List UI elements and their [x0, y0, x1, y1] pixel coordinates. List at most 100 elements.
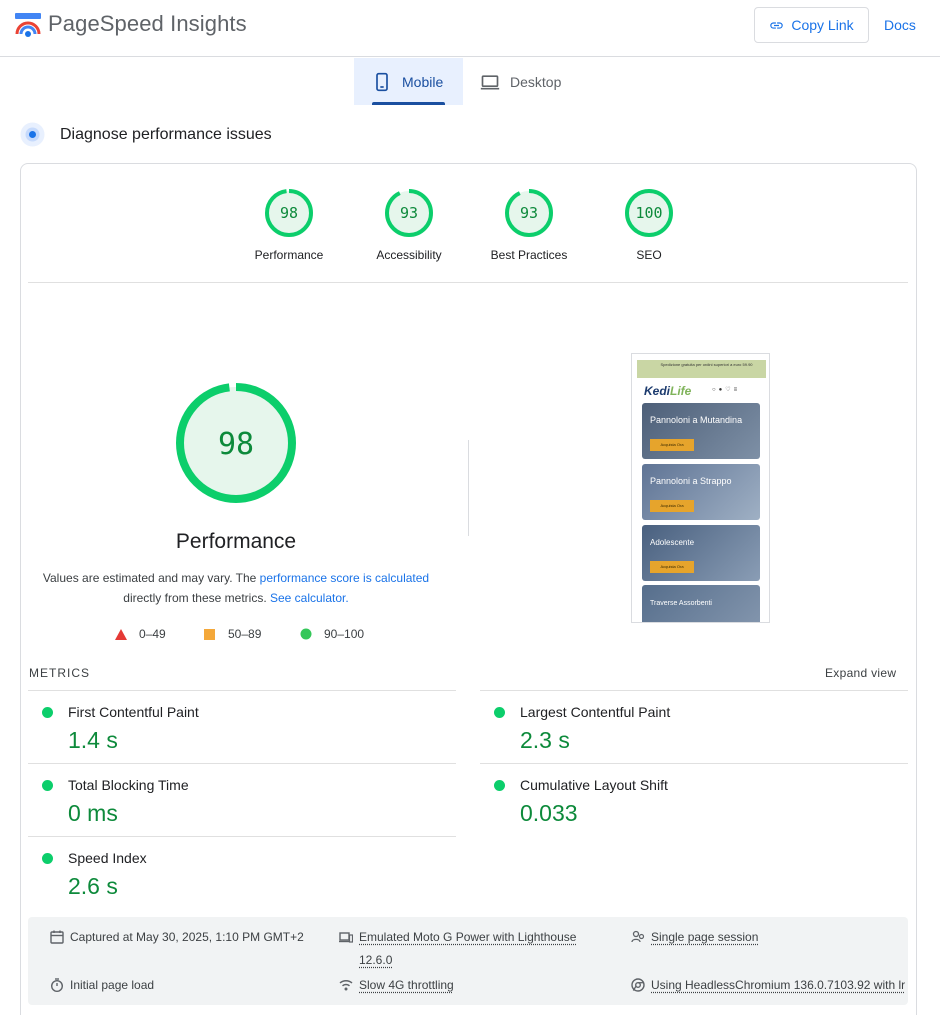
pass-dot-icon	[42, 853, 53, 864]
score-ring: 100	[625, 189, 673, 237]
app-title: PageSpeed Insights	[48, 11, 247, 36]
thumb-card: Pannoloni a Mutandina Acquista Ora	[642, 403, 760, 459]
expand-view-button[interactable]: Expand view	[825, 666, 896, 680]
performance-title: Performance	[175, 530, 297, 553]
session-text: Single page session	[651, 930, 759, 944]
copy-link-label: Copy Link	[791, 17, 854, 33]
gauge-label: Performance	[254, 248, 324, 262]
device-info[interactable]: Emulated Moto G Power with Lighthouse 12.…	[339, 926, 576, 972]
metric-name: Cumulative Layout Shift	[520, 777, 668, 793]
header: PageSpeed Insights Copy Link Docs	[0, 0, 940, 57]
metric-value: 1.4 s	[68, 727, 118, 753]
score-calc-link[interactable]: performance score is calculated	[260, 571, 429, 585]
vertical-divider	[468, 440, 469, 536]
thumb-nav-icons: ○●♡≡	[712, 387, 741, 393]
calculator-link[interactable]: See calculator.	[270, 591, 349, 605]
copy-link-button[interactable]: Copy Link	[754, 7, 869, 43]
desc-text: directly from these metrics.	[123, 591, 270, 605]
metric-name: Total Blocking Time	[68, 777, 189, 793]
score-value: 93	[400, 204, 418, 222]
metric-name: Speed Index	[68, 850, 147, 866]
metric-value: 0.033	[520, 800, 578, 826]
pagespeed-logo-icon	[15, 13, 41, 37]
score-value: 93	[520, 204, 538, 222]
captured-info: Captured at May 30, 2025, 1:10 PM GMT+2	[50, 926, 304, 949]
laptop-icon	[480, 74, 500, 89]
metric-cls: Cumulative Layout Shift 0.033	[480, 763, 908, 836]
score-ring: 98	[265, 189, 313, 237]
metric-tbt: Total Blocking Time 0 ms	[28, 763, 456, 836]
desc-text: Values are estimated and may vary. The	[42, 571, 260, 585]
browser-info[interactable]: Using HeadlessChromium 136.0.7103.92 wit…	[631, 974, 905, 997]
thumb-card: Traverse Assorbenti	[642, 585, 760, 622]
score-value: 98	[280, 204, 298, 222]
metric-value: 2.6 s	[68, 873, 118, 899]
score-value: 100	[635, 204, 662, 222]
legend-range: 50–89	[228, 627, 262, 641]
docs-link[interactable]: Docs	[884, 17, 916, 33]
metric-si: Speed Index 2.6 s	[28, 836, 456, 909]
triangle-icon	[115, 628, 127, 640]
gauge-performance[interactable]: 98 Performance	[239, 187, 339, 262]
calendar-icon	[50, 930, 64, 944]
metric-fcp: First Contentful Paint 1.4 s	[28, 690, 456, 763]
gauge-label: Best Practices	[490, 248, 568, 262]
legend-average: 50–89	[204, 627, 261, 641]
metric-value: 2.3 s	[520, 727, 570, 753]
tab-desktop[interactable]: Desktop	[480, 58, 590, 105]
square-icon	[204, 628, 215, 640]
captured-text: Captured at May 30, 2025, 1:10 PM GMT+2	[70, 930, 304, 944]
metrics-title: METRICS	[29, 666, 90, 680]
thumb-banner: Spedizione gratuita per ordini superiori…	[637, 360, 766, 378]
gauge-label: SEO	[636, 248, 662, 262]
throttling-text: Slow 4G throttling	[359, 978, 454, 992]
users-icon	[631, 930, 645, 943]
thumb-logo: KediLife	[644, 384, 692, 398]
thumb-card: Adolescente Acquista Ora	[642, 525, 760, 581]
performance-gauge: 98	[176, 383, 296, 503]
circle-icon	[300, 628, 312, 640]
tab-mobile[interactable]: Mobile	[354, 58, 463, 105]
tab-desktop-label: Desktop	[510, 73, 562, 90]
score-ring: 93	[505, 189, 553, 237]
section-title: Diagnose performance issues	[60, 126, 272, 143]
wifi-icon	[339, 979, 353, 991]
tab-mobile-label: Mobile	[402, 73, 444, 90]
metric-value: 0 ms	[68, 800, 118, 826]
legend-pass: 90–100	[300, 627, 364, 641]
gauge-best-practices[interactable]: 93 Best Practices	[479, 187, 579, 262]
device-text: Emulated Moto G Power with Lighthouse 12.…	[359, 930, 577, 967]
divider	[28, 282, 908, 283]
performance-score: 98	[218, 427, 254, 462]
timer-icon	[51, 978, 63, 992]
session-info[interactable]: Single page session	[631, 926, 758, 949]
legend-range: 0–49	[139, 627, 166, 641]
chrome-icon	[631, 978, 645, 992]
legend-range: 90–100	[324, 627, 365, 641]
page-screenshot[interactable]: Spedizione gratuita per ordini superiori…	[631, 353, 770, 623]
load-text: Initial page load	[70, 978, 155, 992]
pass-dot-icon	[42, 707, 53, 718]
phone-icon	[376, 72, 388, 91]
runtime-settings: Captured at May 30, 2025, 1:10 PM GMT+2 …	[28, 917, 908, 1005]
pass-dot-icon	[494, 707, 505, 718]
load-info: Initial page load	[50, 974, 154, 997]
throttling-info[interactable]: Slow 4G throttling	[339, 974, 454, 997]
score-ring: 93	[385, 189, 433, 237]
pass-dot-icon	[494, 780, 505, 791]
gauge-seo[interactable]: 100 SEO	[599, 187, 699, 262]
metric-name: Largest Contentful Paint	[520, 704, 671, 720]
gauge-label: Accessibility	[376, 248, 442, 262]
diagnose-icon	[20, 122, 45, 147]
metric-name: First Contentful Paint	[68, 704, 199, 720]
devices-icon	[339, 932, 353, 943]
active-tab-indicator	[372, 102, 445, 105]
metric-lcp: Largest Contentful Paint 2.3 s	[480, 690, 908, 763]
thumb-card: Pannoloni a Strappo Acquista Ora	[642, 464, 760, 520]
gauge-accessibility[interactable]: 93 Accessibility	[359, 187, 459, 262]
link-icon	[770, 21, 784, 29]
performance-description: Values are estimated and may vary. The p…	[36, 568, 436, 608]
pass-dot-icon	[42, 780, 53, 791]
legend-fail: 0–49	[115, 627, 166, 641]
browser-text: Using HeadlessChromium 136.0.7103.92 wit…	[651, 978, 906, 992]
